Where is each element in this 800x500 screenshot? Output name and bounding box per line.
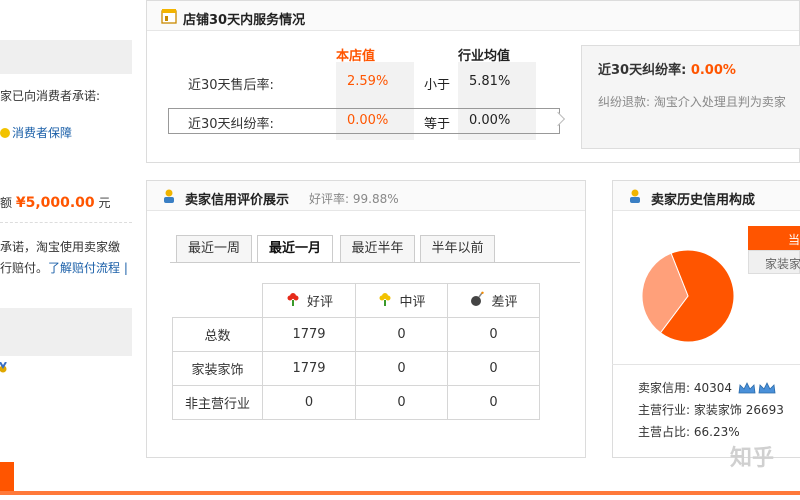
guarantee-row: 消费者保障 [0, 124, 72, 141]
main-ratio-label: 主营占比: [638, 425, 691, 439]
good-rate-label: 好评率: [309, 192, 350, 206]
bad-count: 0 [447, 351, 540, 386]
history-divider [612, 364, 800, 365]
service-panel-header: 店铺30天内服务情况 [147, 1, 799, 31]
table-row: 家装家饰 1779 0 0 [172, 351, 540, 386]
header-empty-cell [173, 284, 263, 318]
after-sale-shop-value: 2.59% [347, 74, 389, 89]
zhihu-watermark: 知乎 [730, 446, 775, 471]
neutral-count: 0 [355, 385, 448, 420]
yellow-flower-icon [377, 291, 393, 311]
divider [0, 222, 132, 223]
neutral-count: 0 [355, 317, 448, 352]
compensation-link[interactable]: 了解赔付流程 [48, 261, 120, 275]
compensation-tail: | [123, 261, 128, 275]
left-sidebar: 家已向消费者承诺: 消费者保障 额 ¥5,000.00 元 承诺，淘宝使用卖家缴… [0, 0, 135, 500]
table-header-row: 好评 中评 差评 [173, 283, 540, 318]
col-shop-header: 本店值 [336, 49, 376, 64]
tab-before-half-year[interactable]: 半年以前 [420, 235, 495, 262]
rating-title: 卖家信用评价展示 [185, 193, 290, 208]
tab-baseline [170, 262, 580, 263]
table-row: 总数 1779 0 0 [172, 317, 540, 352]
main-ratio-value: 66.23% [693, 425, 740, 439]
seller-history-icon [627, 188, 643, 204]
orange-marker [0, 462, 14, 494]
after-sale-industry-value: 5.81% [469, 74, 511, 89]
rating-panel-header: 卖家信用评价展示 好评率: 99.88% [147, 181, 585, 211]
tab-last-month[interactable]: 最近一月 [257, 235, 333, 263]
table-row: 非主营行业 0 0 0 [172, 385, 540, 420]
row-label: 非主营行业 [172, 385, 263, 420]
deposit-unit: 元 [98, 196, 111, 210]
rating-table: 好评 中评 差评 总数 1779 0 0 家装家饰 1779 0 0 非主营行业… [172, 283, 540, 420]
row-label: 总数 [172, 317, 263, 352]
header-bad: 差评 [447, 283, 540, 318]
seller-credit-value: 40304 [693, 381, 733, 395]
main-industry-label: 主营行业: [638, 403, 691, 417]
compensation-line2-text: 行赔付。 [0, 261, 49, 275]
main-industry-value: 家装家饰 26693 [693, 403, 784, 417]
service-title: 店铺30天内服务情况 [183, 13, 306, 28]
deposit-row: 额 ¥5,000.00 元 [0, 194, 111, 211]
guarantee-icon [0, 128, 10, 138]
bomb-icon [469, 291, 485, 311]
row-label-category: 家装家饰 [172, 351, 263, 386]
history-current-tab[interactable]: 当 [748, 226, 800, 250]
main-ratio-row: 主营占比: 66.23% [638, 423, 740, 440]
header-neutral-label: 中评 [399, 295, 426, 310]
neutral-count: 0 [355, 351, 448, 386]
left-band-bottom [0, 308, 132, 356]
dispute-label: 近30天纠纷率: [188, 117, 274, 132]
good-count-link[interactable]: 1779 [262, 317, 356, 352]
seller-credit-row: 卖家信用: 40304 [638, 379, 778, 398]
header-neutral: 中评 [355, 283, 448, 318]
dispute-shop-value: 0.00% [347, 113, 389, 128]
crown-icon [738, 381, 778, 398]
promise-text: 家已向消费者承诺: [0, 89, 101, 103]
dispute-detail-label: 近30天纠纷率: [598, 63, 687, 78]
deposit-prefix: 额 [0, 196, 13, 210]
tab-last-week[interactable]: 最近一周 [176, 235, 252, 262]
dispute-detail-value: 0.00% [690, 63, 736, 78]
tab-last-half-year[interactable]: 最近半年 [340, 235, 415, 262]
bottom-accent-bar [0, 491, 800, 495]
compensation-line2: 行赔付。了解赔付流程 | [0, 259, 128, 276]
dispute-compare: 等于 [424, 117, 451, 132]
left-band-top [0, 40, 132, 74]
history-title: 卖家历史信用构成 [651, 193, 756, 208]
col-industry-header: 行业均值 [458, 49, 511, 64]
history-panel-header: 卖家历史信用构成 [613, 181, 800, 211]
compensation-line1: 承诺，淘宝使用卖家缴 [0, 240, 121, 254]
history-category-tag-label: 家装家 [765, 257, 800, 271]
bad-count: 0 [447, 317, 540, 352]
guarantee-link[interactable]: 消费者保障 [12, 126, 72, 140]
history-current-tab-label: 当 [788, 233, 800, 247]
header-bad-label: 差评 [491, 295, 518, 310]
credit-pie-chart [641, 249, 735, 343]
dispute-industry-value: 0.00% [469, 113, 511, 128]
after-sale-label: 近30天售后率: [188, 78, 274, 93]
dispute-detail-box: 近30天纠纷率: 0.00% 纠纷退款: 淘宝介入处理且判为卖家 [581, 45, 800, 149]
deposit-amount: ¥5,000.00 [15, 195, 95, 211]
good-count: 1779 [262, 351, 356, 386]
good-rate: 好评率: 99.88% [309, 190, 399, 207]
seller-icon [161, 188, 177, 204]
header-good: 好评 [262, 283, 356, 318]
red-flower-icon [285, 291, 301, 311]
after-sale-compare: 小于 [424, 78, 451, 93]
good-count: 0 [262, 385, 356, 420]
dispute-detail-title: 近30天纠纷率: 0.00% [598, 59, 736, 78]
good-rate-value: 99.88% [352, 192, 399, 206]
seller-credit-label: 卖家信用: [638, 381, 691, 395]
main-industry-row: 主营行业: 家装家饰 26693 [638, 401, 784, 418]
header-good-label: 好评 [306, 295, 333, 310]
bad-count: 0 [447, 385, 540, 420]
dispute-detail-desc: 纠纷退款: 淘宝介入处理且判为卖家 [598, 95, 786, 109]
history-category-tag: 家装家 [748, 250, 800, 274]
medal-icon [0, 361, 8, 374]
shop-icon [161, 8, 177, 24]
